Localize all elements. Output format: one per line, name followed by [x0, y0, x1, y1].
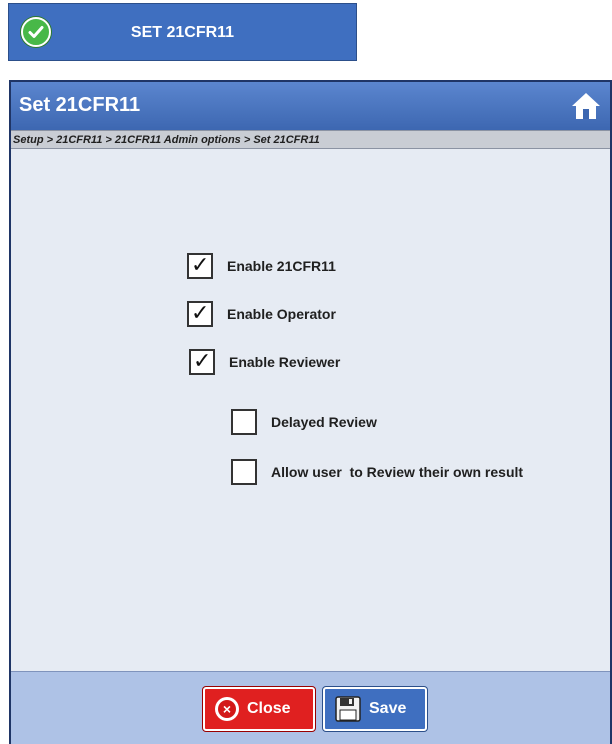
delayed-review-checkbox[interactable]	[231, 409, 257, 435]
option-label: Allow user to Review their own result	[271, 464, 524, 480]
allow-self-review-checkbox[interactable]	[231, 459, 257, 485]
option-enable-reviewer[interactable]: ✓ Enable Reviewer	[189, 349, 340, 375]
breadcrumb: Setup > 21CFR11 > 21CFR11 Admin options …	[11, 130, 610, 149]
checkmark-icon: ✓	[191, 301, 210, 326]
save-disk-icon	[335, 696, 361, 722]
save-button[interactable]: Save	[323, 687, 427, 731]
settings-dialog: Set 21CFR11 Setup > 21CFR11 > 21CFR11 Ad…	[9, 80, 612, 744]
option-label: Enable 21CFR11	[227, 258, 336, 274]
option-label: Enable Operator	[227, 306, 336, 322]
status-banner: SET 21CFR11	[8, 3, 357, 61]
option-enable-21cfr11[interactable]: ✓ Enable 21CFR11	[187, 253, 336, 279]
banner-title: SET 21CFR11	[130, 24, 235, 41]
checkmark-icon: ✓	[191, 253, 210, 278]
option-delayed-review[interactable]: Delayed Review	[231, 409, 377, 435]
enable-21cfr11-checkbox[interactable]: ✓	[187, 253, 213, 279]
enable-reviewer-checkbox[interactable]: ✓	[189, 349, 215, 375]
home-icon[interactable]	[570, 90, 602, 122]
option-label: Enable Reviewer	[229, 354, 341, 370]
save-button-label: Save	[369, 700, 407, 717]
title-bar: Set 21CFR11	[11, 82, 610, 130]
button-bar: × Close Save	[11, 671, 610, 744]
dialog-title: Set 21CFR11	[19, 94, 141, 116]
option-allow-self-review[interactable]: Allow user to Review their own result	[231, 459, 523, 485]
close-icon: ×	[215, 697, 239, 721]
close-button[interactable]: × Close	[203, 687, 315, 731]
checkmark-icon: ✓	[193, 349, 212, 374]
options-panel: ✓ Enable 21CFR11 ✓ Enable Operator ✓ Ena…	[11, 149, 610, 672]
option-label: Delayed Review	[271, 414, 377, 430]
enable-operator-checkbox[interactable]: ✓	[187, 301, 213, 327]
option-enable-operator[interactable]: ✓ Enable Operator	[187, 301, 336, 327]
close-button-label: Close	[247, 700, 291, 717]
